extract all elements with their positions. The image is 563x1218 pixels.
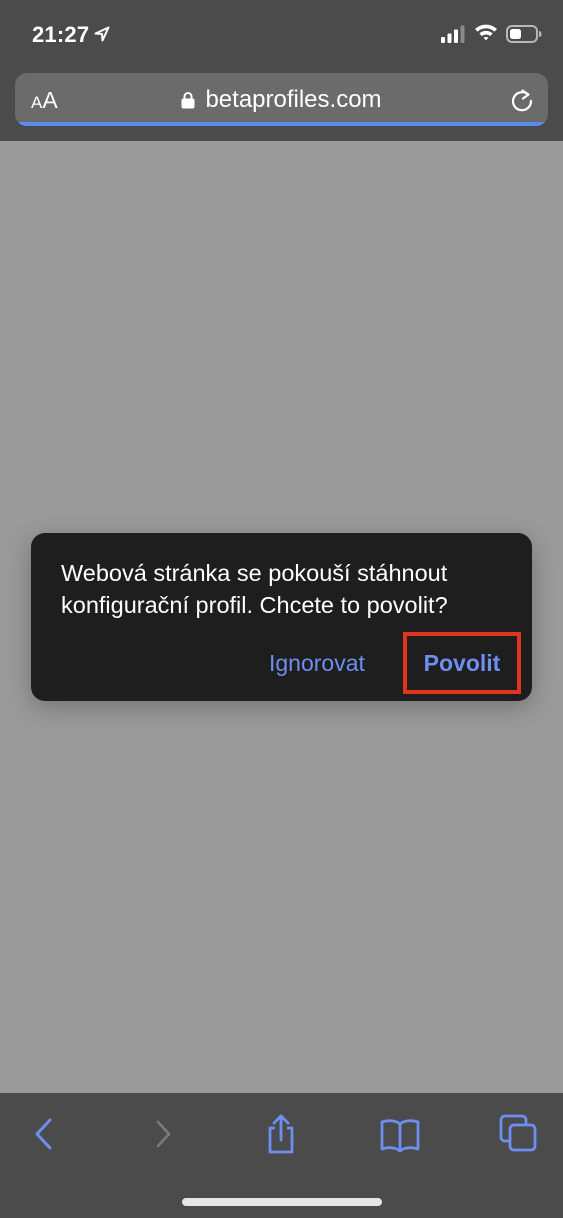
cellular-signal-icon [441,25,465,43]
status-bar: 21:27 [0,0,563,66]
location-arrow-icon [94,26,110,42]
allow-button-label: Povolit [423,649,501,676]
wifi-icon [475,24,497,41]
bookmarks-icon[interactable] [380,1114,420,1154]
lock-icon [181,92,195,109]
address-bar[interactable]: AA betaprofiles.com [15,73,548,126]
ignore-button[interactable]: Ignorovat [269,647,365,679]
allow-button[interactable]: Povolit [403,632,521,694]
profile-download-dialog: Webová stránka se pokouší stáhnout konfi… [31,533,532,701]
battery-icon [506,25,542,43]
url-text: betaprofiles.com [205,86,382,113]
status-time: 21:27 [32,22,90,47]
home-indicator [182,1198,382,1206]
tabs-icon[interactable] [499,1114,539,1154]
forward-icon[interactable] [142,1114,182,1154]
top-chrome: 21:27 AA betaprofiles.com [0,0,563,141]
back-icon[interactable] [23,1114,63,1154]
reload-icon[interactable] [508,87,536,115]
share-icon[interactable] [261,1114,301,1154]
dialog-message: Webová stránka se pokouší stáhnout konfi… [61,560,448,618]
page-load-progress-bar [15,122,548,126]
url-field[interactable]: betaprofiles.com [15,81,548,119]
